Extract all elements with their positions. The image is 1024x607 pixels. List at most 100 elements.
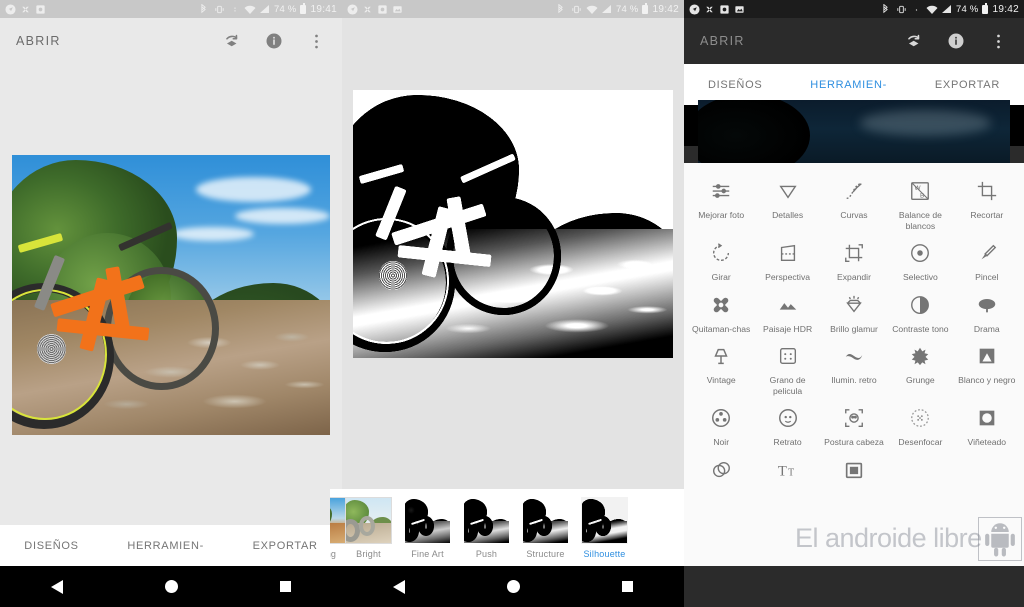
tool-brillo-glamur[interactable]: Brillo glamur [821,289,887,337]
signal-icon [259,4,270,15]
nav-item-tools[interactable]: HERRAMIEN- [810,79,887,91]
black-white-icon [975,344,999,368]
navigation-icon [5,3,16,15]
filter-item-selected[interactable]: Silhouette [576,497,633,559]
dot-icon [911,4,922,15]
tool-curvas[interactable]: Curvas [821,175,887,233]
tool-doble-exposicion[interactable] [688,454,754,491]
filter-item[interactable]: Fine Art [399,497,456,559]
filter-item[interactable]: Bright [340,497,397,559]
tool-contraste-tono[interactable]: Contraste tono [887,289,953,337]
cloud [564,132,667,146]
tool-pincel[interactable]: Pincel [954,237,1020,285]
toolbar-actions [222,31,326,51]
tool-ilumin-retro[interactable]: Ilumin. retro [821,340,887,398]
home-circle-icon[interactable] [165,580,178,593]
screenshot-root: 74 % 19:41 ABRIR DISEÑOS HERRAMIEN- EXPO… [0,0,1024,607]
tool-marcos[interactable] [821,454,887,491]
tool-vintage[interactable]: Vintage [688,340,754,398]
tool-grunge[interactable]: Grunge [887,340,953,398]
svg-text:T: T [778,463,787,479]
photo-canvas[interactable] [0,64,342,525]
nav-item-export[interactable]: EXPORTAR [253,540,318,552]
open-button-label[interactable]: ABRIR [16,34,61,48]
photo-color[interactable] [12,154,330,435]
photo-black-white[interactable] [353,89,673,358]
screenshot-icon [719,4,730,15]
filter-label: Bright [356,549,381,559]
tool-label: Pincel [975,272,999,282]
double-exposure-icon [709,458,733,482]
recents-square-icon[interactable] [622,581,633,592]
tool-girar[interactable]: Girar [688,237,754,285]
nav-item-export[interactable]: EXPORTAR [935,79,1000,91]
home-circle-icon[interactable] [507,580,520,593]
status-bar-left-icons [347,3,403,15]
tool-retrato[interactable]: Retrato [754,402,820,450]
film-grain-icon [776,344,800,368]
filter-thumbnail [404,497,451,544]
back-triangle-icon[interactable] [393,579,405,594]
photo-preview-dark[interactable] [698,100,1010,164]
status-bar-right-icons: 74 % 19:41 [199,3,337,15]
tool-quitamanchas[interactable]: Quitaman-chas [688,289,754,337]
lens-blur-icon [908,406,932,430]
filter-item[interactable]: Structure [517,497,574,559]
nav-item-designs[interactable]: DISEÑOS [24,540,78,552]
foliage-layer [698,100,811,164]
screen-tools: 74 % 19:42 ABRIR Mejorar foto Detalles C… [684,0,1024,607]
info-icon[interactable] [264,31,284,51]
tool-noir[interactable]: Noir [688,402,754,450]
undo-layers-icon[interactable] [904,31,924,51]
filter-thumbnail [522,497,569,544]
recents-square-icon[interactable] [280,581,291,592]
battery-percent: 74 % [956,3,979,15]
back-triangle-icon[interactable] [51,579,63,594]
tool-balance-blancos[interactable]: WB Balance de blancos [887,175,953,233]
tool-desenfocar[interactable]: Desenfocar [887,402,953,450]
tool-selectivo[interactable]: Selectivo [887,237,953,285]
tool-label: Noir [713,437,730,447]
screenshot-icon [35,4,46,15]
nav-item-designs[interactable]: DISEÑOS [708,79,762,91]
tool-detalles[interactable]: Detalles [754,175,820,233]
tool-perspectiva[interactable]: Perspectiva [754,237,820,285]
tool-texto[interactable]: TT [754,454,820,491]
tool-blanco-negro[interactable]: Blanco y negro [954,340,1020,398]
dot-icon [229,4,240,15]
tool-label: Brillo glamur [830,323,878,334]
tool-drama[interactable]: Drama [954,289,1020,337]
navigation-icon [689,3,700,15]
filter-item[interactable]: Push [458,497,515,559]
tool-vineteado[interactable]: Viñeteado [954,402,1020,450]
filter-filmstrip[interactable]: orning Bright Fine Art [330,489,684,566]
nav-item-tools[interactable]: HERRAMIEN- [127,540,204,552]
app-toolbar: ABRIR [684,18,1024,64]
app-bottom-nav: DISEÑOS HERRAMIEN- EXPORTAR [0,525,342,566]
filter-label: Silhouette [583,549,626,559]
tool-postura-cabeza[interactable]: Postura cabeza [821,402,887,450]
overflow-menu-icon[interactable] [306,31,326,51]
tool-recortar[interactable]: Recortar [954,175,1020,233]
filter-item[interactable]: orning [330,497,355,559]
wifi-icon [244,5,256,14]
undo-layers-icon[interactable] [222,31,242,51]
tool-mejorar-foto[interactable]: Mejorar foto [688,175,754,233]
tool-label: Recortar [970,210,1004,220]
photo-canvas[interactable] [342,18,684,525]
tool-paisaje-hdr[interactable]: Paisaje HDR [754,289,820,337]
signal-icon [941,4,952,15]
battery-percent: 74 % [274,3,297,15]
navigation-icon [347,3,358,15]
tool-expandir[interactable]: Expandir [821,237,887,285]
tool-grano-pelicula[interactable]: Grano de pelicula [754,340,820,398]
overflow-menu-icon[interactable] [988,31,1008,51]
screen-open: 74 % 19:41 ABRIR DISEÑOS HERRAMIEN- EXPO… [0,0,342,607]
tool-label: Blanco y negro [958,375,1016,385]
tools-sheet[interactable]: Mejorar foto Detalles Curvas WB Balance … [684,163,1024,566]
info-icon[interactable] [946,31,966,51]
tool-label: Expandir [837,272,871,282]
filter-thumbnail [581,497,628,544]
status-bar: 74 % 19:41 [0,0,342,18]
open-button-label[interactable]: ABRIR [700,34,745,48]
